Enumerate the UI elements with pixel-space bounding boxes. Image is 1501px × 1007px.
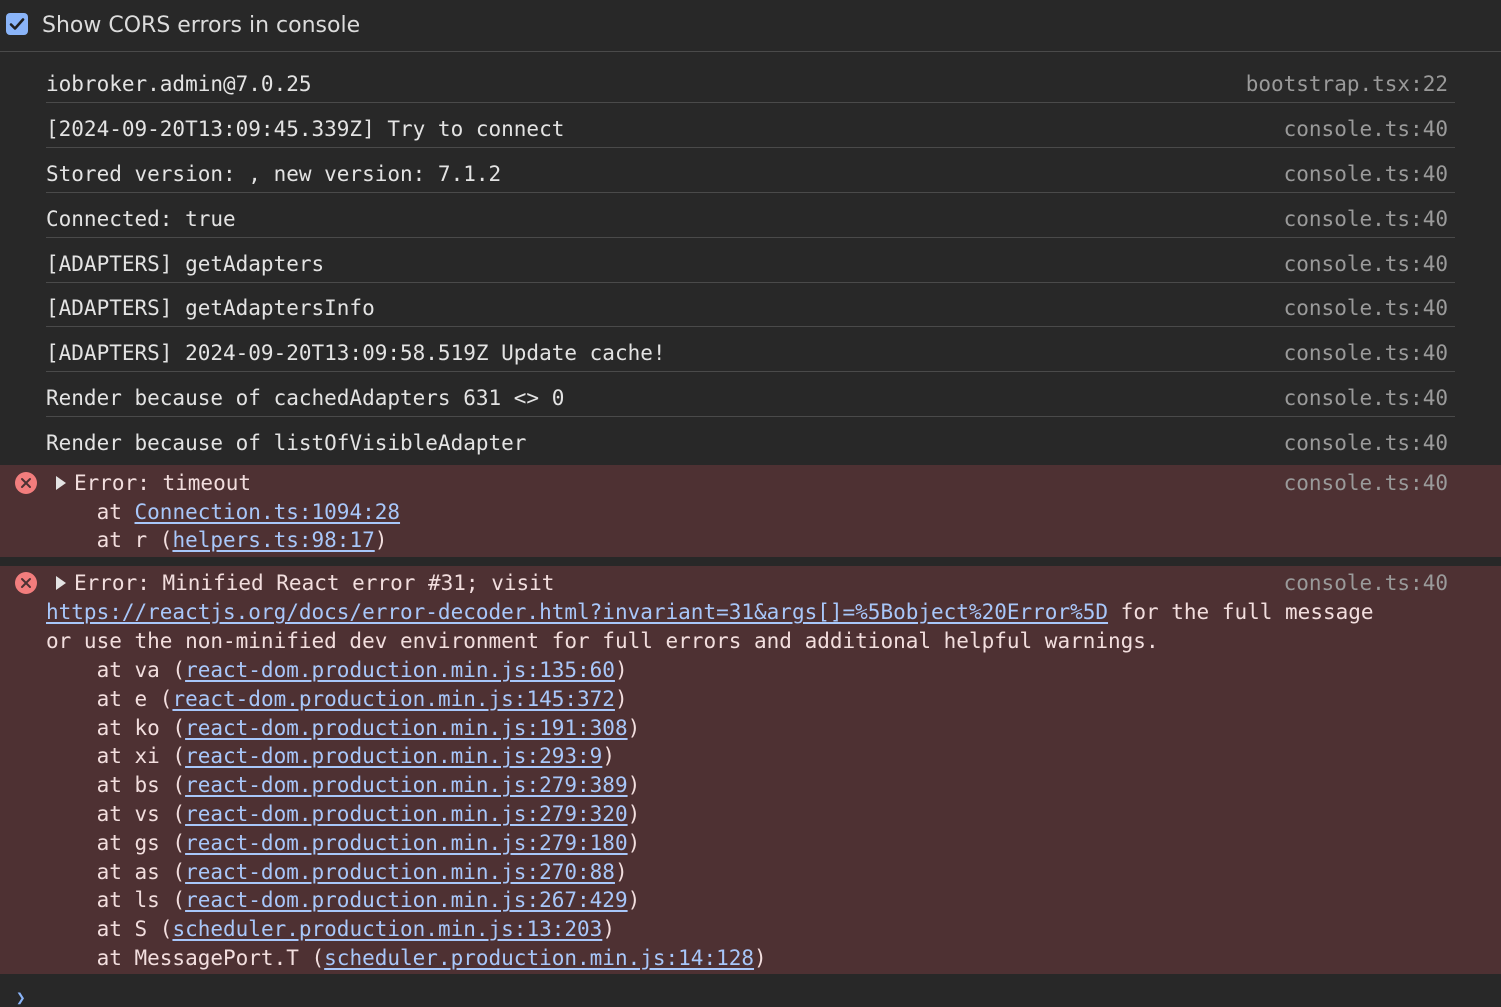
stack-frame: at bs (react-dom.production.min.js:279:3… <box>46 773 641 798</box>
console-message: [ADAPTERS] 2024-09-20T13:09:58.519Z Upda… <box>46 327 1455 372</box>
stack-frame: at ls (react-dom.production.min.js:267:4… <box>46 888 641 913</box>
message-text: [ADAPTERS] 2024-09-20T13:09:58.519Z Upda… <box>46 341 666 365</box>
message-source-link[interactable]: console.ts:40 <box>1284 252 1448 276</box>
error-message-line: or use the non-minified dev environment … <box>46 629 1159 653</box>
message-text: Connected: true <box>46 207 236 231</box>
stack-frame-prefix: at <box>46 500 135 524</box>
stack-frame-prefix: at r ( <box>46 528 173 552</box>
stack-frame-prefix: at ko ( <box>46 715 186 740</box>
message-source-link[interactable]: console.ts:40 <box>1284 431 1448 455</box>
stack-frame-suffix: ) <box>627 830 641 855</box>
stack-frame-prefix: at vs ( <box>46 802 186 826</box>
console-message: [ADAPTERS] getAdapters console.ts:40 <box>46 238 1455 283</box>
error-decoder-link[interactable]: https://reactjs.org/docs/error-decoder.h… <box>46 600 1108 624</box>
message-source-link[interactable]: console.ts:40 <box>1284 341 1448 365</box>
message-source-link[interactable]: console.ts:40 <box>1284 207 1448 231</box>
stack-frame: at xi (react-dom.production.min.js:293:9… <box>46 744 615 768</box>
error-source-link[interactable]: console.ts:40 <box>1284 471 1448 495</box>
error-title[interactable]: Error: Minified React error #31; visit <box>74 571 554 595</box>
stack-frame: at r (helpers.ts:98:17) <box>46 528 388 552</box>
console-error-timeout: Error: timeout console.ts:40 at Connecti… <box>0 465 1501 557</box>
stack-frame: at MessagePort.T (scheduler.production.m… <box>46 946 767 970</box>
message-source-link[interactable]: console.ts:40 <box>1284 386 1448 410</box>
error-url-suffix: for the full message <box>1108 600 1374 624</box>
error-x-icon <box>15 572 37 594</box>
console-settings-bar: Show CORS errors in console <box>0 0 1501 52</box>
console-message: iobroker.admin@7.0.25 bootstrap.tsx:22 <box>46 58 1455 103</box>
stack-frame-link[interactable]: scheduler.production.min.js:14:128 <box>324 946 754 970</box>
stack-frame-prefix: at MessagePort.T ( <box>46 946 325 970</box>
stack-frame-link[interactable]: react-dom.production.min.js:293:9 <box>185 744 602 768</box>
message-text: Render because of listOfVisibleAdapter <box>46 431 527 455</box>
stack-frame-prefix: at gs ( <box>46 830 186 855</box>
stack-frame: at S (scheduler.production.min.js:13:203… <box>46 917 615 941</box>
console-message: Render because of listOfVisibleAdapter c… <box>46 417 1455 462</box>
console-error-react: Error: Minified React error #31; visit c… <box>0 566 1501 974</box>
stack-frame-link[interactable]: react-dom.production.min.js:191:308 <box>185 716 628 740</box>
stack-frame-link[interactable]: react-dom.production.min.js:279:389 <box>185 773 628 797</box>
stack-frame-link[interactable]: scheduler.production.min.js:13:203 <box>172 917 602 941</box>
expand-triangle-icon[interactable] <box>56 576 66 590</box>
stack-frame-prefix: at S ( <box>46 917 173 942</box>
message-text: Render because of cachedAdapters 631 <> … <box>46 386 565 410</box>
stack-frame-link[interactable]: Connection.ts:1094:28 <box>135 500 401 524</box>
stack-frame: at Connection.ts:1094:28 <box>46 500 400 524</box>
message-source-link[interactable]: console.ts:40 <box>1284 162 1448 186</box>
console-message: Connected: true console.ts:40 <box>46 193 1455 238</box>
error-title[interactable]: Error: timeout <box>74 471 251 495</box>
show-cors-errors-checkbox[interactable] <box>6 13 28 35</box>
prompt-chevron-icon[interactable]: ❯ <box>16 988 26 1007</box>
message-text: [ADAPTERS] getAdapters <box>46 252 325 276</box>
show-cors-errors-label[interactable]: Show CORS errors in console <box>42 13 360 39</box>
stack-frame-link[interactable]: react-dom.production.min.js:145:372 <box>172 687 615 711</box>
stack-frame: at ko (react-dom.production.min.js:191:3… <box>46 715 641 740</box>
message-text: Stored version: , new version: 7.1.2 <box>46 162 502 186</box>
stack-frame-link[interactable]: react-dom.production.min.js:135:60 <box>185 658 615 682</box>
error-source-link[interactable]: console.ts:40 <box>1284 571 1448 595</box>
stack-frame-suffix: ) <box>627 802 641 826</box>
message-text: [ADAPTERS] getAdaptersInfo <box>46 296 375 320</box>
error-url-line: https://reactjs.org/docs/error-decoder.h… <box>46 600 1374 624</box>
stack-frame: at as (react-dom.production.min.js:270:8… <box>46 860 628 884</box>
stack-frame-prefix: at as ( <box>46 859 186 884</box>
stack-frame-link[interactable]: helpers.ts:98:17 <box>172 528 374 552</box>
checkmark-icon <box>9 18 25 30</box>
message-text: [2024-09-20T13:09:45.339Z] Try to connec… <box>46 117 565 141</box>
stack-frame-link[interactable]: react-dom.production.min.js:279:320 <box>185 802 628 826</box>
stack-frame-link[interactable]: react-dom.production.min.js:279:180 <box>185 831 628 855</box>
stack-frame-suffix: ) <box>614 859 628 884</box>
expand-triangle-icon[interactable] <box>56 476 66 490</box>
stack-frame-suffix: ) <box>602 917 615 942</box>
message-source-link[interactable]: console.ts:40 <box>1284 296 1448 320</box>
stack-frame-link[interactable]: react-dom.production.min.js:267:429 <box>185 888 628 912</box>
message-text: iobroker.admin@7.0.25 <box>46 72 312 96</box>
stack-frame: at gs (react-dom.production.min.js:279:1… <box>46 830 641 855</box>
error-x-icon <box>15 472 37 494</box>
stack-frame-prefix: at ls ( <box>46 888 186 913</box>
message-source-link[interactable]: bootstrap.tsx:22 <box>1246 72 1448 96</box>
stack-frame-suffix: ) <box>627 773 641 798</box>
console-message: [ADAPTERS] getAdaptersInfo console.ts:40 <box>46 282 1455 327</box>
stack-frame-suffix: ) <box>754 946 767 970</box>
console-message: [2024-09-20T13:09:45.339Z] Try to connec… <box>46 103 1455 148</box>
stack-frame-suffix: ) <box>374 528 388 552</box>
stack-frame-suffix: ) <box>614 658 628 682</box>
stack-frame-prefix: at xi ( <box>46 744 186 769</box>
stack-frame-suffix: ) <box>627 888 641 913</box>
console-message: Render because of cachedAdapters 631 <> … <box>46 372 1455 417</box>
stack-frame-prefix: at e ( <box>46 686 173 711</box>
stack-frame-link[interactable]: react-dom.production.min.js:270:88 <box>185 860 615 884</box>
console-message: Stored version: , new version: 7.1.2 con… <box>46 148 1455 193</box>
stack-frame: at vs (react-dom.production.min.js:279:3… <box>46 802 641 826</box>
stack-frame-suffix: ) <box>614 686 628 711</box>
stack-frame-prefix: at bs ( <box>46 773 186 798</box>
stack-frame: at e (react-dom.production.min.js:145:37… <box>46 687 628 711</box>
message-source-link[interactable]: console.ts:40 <box>1284 117 1448 141</box>
stack-frame-prefix: at va ( <box>46 658 186 682</box>
stack-frame: at va (react-dom.production.min.js:135:6… <box>46 658 628 682</box>
stack-frame-suffix: ) <box>602 744 615 769</box>
stack-frame-suffix: ) <box>627 715 641 740</box>
